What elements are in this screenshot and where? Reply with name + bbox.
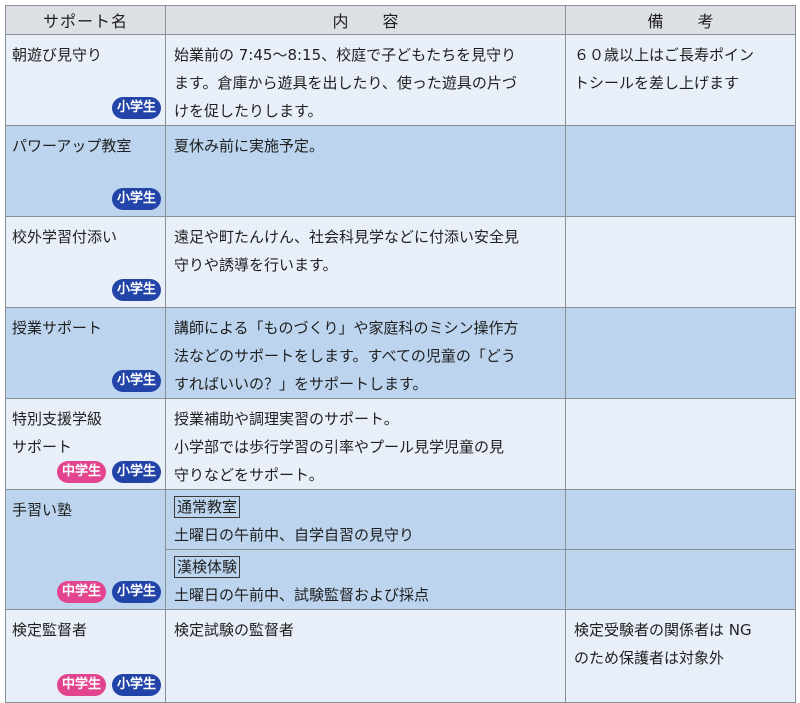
- content-line: 土曜日の午前中、試験監督および採点: [174, 586, 430, 604]
- elementary-badge: 小学生: [111, 674, 161, 696]
- elementary-badge: 小学生: [111, 581, 161, 603]
- support-name-cell: パワーアップ教室 小学生: [5, 125, 166, 217]
- table-row: 校外学習付添い 小学生 遠足や町たんけん、社会科見学などに付添い安全見 守りや誘…: [5, 216, 796, 308]
- support-name: 朝遊び見守り: [12, 46, 103, 64]
- content-line: 夏休み前に実施予定。: [174, 137, 325, 155]
- support-name: 校外学習付添い: [12, 228, 118, 246]
- table-row: パワーアップ教室 小学生 夏休み前に実施予定。: [5, 125, 796, 217]
- support-table: サポート名 内容 備考 朝遊び見守り 小学生 始業前の 7:45～8:15、校庭…: [5, 5, 796, 703]
- content-line: ます。倉庫から遊具を出したり、使った遊具の片づ: [174, 74, 517, 92]
- content-line: 法などのサポートをします。すべての児童の「どう: [174, 347, 516, 365]
- support-name-cell: 特別支援学級 サポート 中学生 小学生: [5, 398, 166, 490]
- note-line: 検定受験者の関係者は NG: [574, 621, 752, 639]
- content-cell: 漢検体験 土曜日の午前中、試験監督および採点: [165, 549, 566, 610]
- header-support-name: サポート名: [5, 5, 166, 35]
- note-cell: [565, 125, 796, 217]
- support-name: 検定監督者: [12, 621, 88, 639]
- note-cell: ６０歳以上はご長寿ポイン トシールを差し上げます: [565, 34, 796, 126]
- content-line: 守りなどをサポート。: [174, 466, 324, 484]
- support-name-cell: 朝遊び見守り 小学生: [5, 34, 166, 126]
- table-row: 授業サポート 小学生 講師による「ものづくり」や家庭科のミシン操作方 法などのサ…: [5, 307, 796, 399]
- content-line: けを促したりします。: [174, 102, 323, 120]
- header-content: 内容: [165, 5, 566, 35]
- note-cell: [565, 549, 796, 610]
- support-name-cell: 手習い塾 中学生 小学生: [5, 489, 166, 610]
- support-name: サポート: [12, 438, 73, 456]
- note-cell: [565, 216, 796, 308]
- junior-high-badge: 中学生: [56, 581, 106, 603]
- content-line: 検定試験の監督者: [174, 621, 295, 639]
- elementary-badge: 小学生: [111, 188, 161, 210]
- support-name-cell: 授業サポート 小学生: [5, 307, 166, 399]
- support-name: パワーアップ教室: [12, 137, 132, 155]
- junior-high-badge: 中学生: [56, 674, 106, 696]
- content-line: 始業前の 7:45～8:15、校庭で子どもたちを見守り: [174, 46, 517, 64]
- note-line: トシールを差し上げます: [574, 74, 740, 92]
- content-cell: 通常教室 土曜日の午前中、自学自習の見守り: [165, 489, 566, 550]
- table-row: 朝遊び見守り 小学生 始業前の 7:45～8:15、校庭で子どもたちを見守り ま…: [5, 34, 796, 126]
- table-row: 特別支援学級 サポート 中学生 小学生 授業補助や調理実習のサポート。 小学部で…: [5, 398, 796, 490]
- table-row: 手習い塾 中学生 小学生 通常教室 土曜日の午前中、自学自習の見守り: [5, 489, 796, 610]
- elementary-badge: 小学生: [111, 97, 161, 119]
- content-line: 土曜日の午前中、自学自習の見守り: [174, 526, 415, 544]
- support-name: 授業サポート: [12, 319, 103, 337]
- content-line: 遠足や町たんけん、社会科見学などに付添い安全見: [174, 228, 520, 246]
- note-line: のため保護者は対象外: [574, 649, 725, 667]
- support-name: 手習い塾: [12, 501, 73, 519]
- note-line: ６０歳以上はご長寿ポイン: [574, 46, 755, 64]
- elementary-badge: 小学生: [111, 279, 161, 301]
- content-line: 小学部では歩行学習の引率やプール見学児童の見: [174, 438, 505, 456]
- content-line: 講師による「ものづくり」や家庭科のミシン操作方: [174, 319, 519, 337]
- support-name: 特別支援学級: [12, 410, 103, 428]
- note-cell: [565, 489, 796, 550]
- content-line: すればいいの？」をサポートします。: [174, 375, 428, 393]
- sub-program-title: 通常教室: [174, 496, 241, 518]
- content-line: 守りや誘導を行います。: [174, 256, 338, 274]
- junior-high-badge: 中学生: [56, 461, 106, 483]
- header-note: 備考: [565, 5, 796, 35]
- note-cell: [565, 398, 796, 490]
- content-cell: 遠足や町たんけん、社会科見学などに付添い安全見 守りや誘導を行います。: [165, 216, 566, 308]
- content-line: 授業補助や調理実習のサポート。: [174, 410, 399, 428]
- sub-program-title: 漢検体験: [174, 556, 241, 578]
- elementary-badge: 小学生: [111, 461, 161, 483]
- content-cell: 始業前の 7:45～8:15、校庭で子どもたちを見守り ます。倉庫から遊具を出し…: [165, 34, 566, 126]
- content-cell: 授業補助や調理実習のサポート。 小学部では歩行学習の引率やプール見学児童の見 守…: [165, 398, 566, 490]
- note-cell: [565, 307, 796, 399]
- content-cell: 夏休み前に実施予定。: [165, 125, 566, 217]
- elementary-badge: 小学生: [111, 370, 161, 392]
- content-cell: 講師による「ものづくり」や家庭科のミシン操作方 法などのサポートをします。すべて…: [165, 307, 566, 399]
- support-name-cell: 校外学習付添い 小学生: [5, 216, 166, 308]
